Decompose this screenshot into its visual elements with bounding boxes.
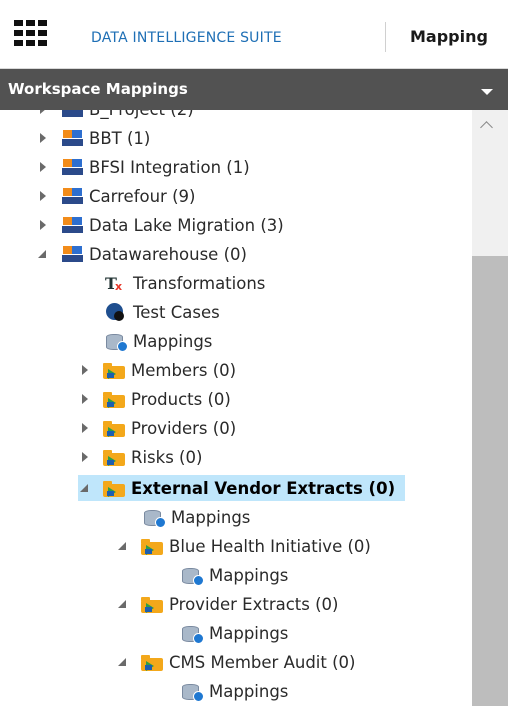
tree-node-transformations[interactable]: Tx Transformations [104,270,265,296]
project-icon [60,157,84,177]
tree-node-project[interactable]: BFSI Integration (1) [36,154,250,180]
expand-arrow-icon[interactable] [78,450,92,464]
scrollbar-thumb[interactable] [472,256,508,706]
tree-node-subject-area[interactable]: Provider Extracts (0) [116,591,339,617]
subject-folder-icon [102,389,126,409]
subject-folder-icon [140,594,164,614]
tree-node-mappings[interactable]: Mappings [104,328,212,354]
tree-node-label: Data Lake Migration (3) [89,215,284,235]
tree-node-subject-area[interactable]: Members (0) [78,357,236,383]
transformations-icon: Tx [105,274,123,293]
top-bar: DATA INTELLIGENCE SUITE Mapping [0,0,508,69]
expand-arrow-icon[interactable] [36,110,50,116]
workspace-header: Workspace Mappings [0,69,508,110]
tree-node-label: Mappings [209,623,289,643]
tree-node-label: CMS Member Audit (0) [169,652,356,672]
expand-arrow-icon[interactable] [78,363,92,377]
tree-node-subject-area[interactable]: Risks (0) [78,444,202,470]
subject-folder-icon [102,478,126,498]
subject-folder-icon [102,418,126,438]
expand-arrow-icon[interactable] [36,189,50,203]
project-icon [60,186,84,206]
subject-folder-icon [102,360,126,380]
tree-node-mappings[interactable]: Mappings [142,504,250,530]
tree-node-project[interactable]: Carrefour (9) [36,183,195,209]
tree-node-label: External Vendor Extracts (0) [131,478,396,498]
mappings-db-icon [104,331,128,352]
test-cases-icon [104,302,128,322]
tree-node-project[interactable]: Data Lake Migration (3) [36,212,284,238]
apps-grid-icon[interactable] [14,20,48,46]
tree-node-label: BFSI Integration (1) [89,157,250,177]
tree-node-label: Mappings [209,681,289,701]
tree-node-label: Datawarehouse (0) [89,244,247,264]
header-divider [385,22,386,52]
project-icon [60,128,84,148]
collapse-arrow-icon[interactable] [116,597,130,611]
project-icon [60,215,84,235]
tree-node-label: Mappings [133,331,213,351]
tree-node-subject-area[interactable]: Blue Health Initiative (0) [116,533,371,559]
tree-node-mappings[interactable]: Mappings [180,562,288,588]
collapse-arrow-icon[interactable] [116,539,130,553]
dropdown-caret-icon[interactable] [481,89,493,95]
project-icon [60,110,84,119]
tree-node-label: Blue Health Initiative (0) [169,536,371,556]
mappings-db-icon [180,623,204,644]
tree-node-mappings[interactable]: Mappings [180,620,288,646]
tree-node-label: Mappings [209,565,289,585]
expand-arrow-icon[interactable] [78,421,92,435]
subject-folder-icon [140,536,164,556]
suite-name[interactable]: DATA INTELLIGENCE SUITE [91,30,282,46]
tree-node-label: Test Cases [133,302,220,322]
scroll-up-icon[interactable] [480,119,494,133]
subject-folder-icon [140,652,164,672]
collapse-arrow-icon[interactable] [36,247,50,261]
workspace-tree: B_Project (2) BBT (1) BFSI Integration (… [0,110,472,706]
tree-node-label: BBT (1) [89,128,151,148]
tree-node-project[interactable]: B_Project (2) [36,110,194,122]
tree-node-label: B_Project (2) [89,110,194,119]
expand-arrow-icon[interactable] [36,218,50,232]
tree-node-subject-area-selected[interactable]: External Vendor Extracts (0) [78,475,406,501]
tree-node-label: Members (0) [131,360,237,380]
collapse-arrow-icon[interactable] [78,481,92,495]
mappings-db-icon [180,681,204,702]
mappings-db-icon [142,507,166,528]
tree-node-subject-area[interactable]: Providers (0) [78,415,236,441]
tree-node-label: Providers (0) [131,418,237,438]
tree-node-label: Carrefour (9) [89,186,196,206]
tree-node-subject-area[interactable]: Products (0) [78,386,231,412]
workspace-title: Workspace Mappings [8,80,188,98]
tree-node-mappings[interactable]: Mappings [180,678,288,704]
tree-node-label: Provider Extracts (0) [169,594,339,614]
project-icon [60,244,84,264]
mappings-db-icon [180,565,204,586]
expand-arrow-icon[interactable] [78,392,92,406]
tree-node-label: Mappings [171,507,251,527]
tree-node-label: Products (0) [131,389,231,409]
subject-folder-icon [102,447,126,467]
expand-arrow-icon[interactable] [36,131,50,145]
tree-node-label: Transformations [133,273,266,293]
tree-node-project[interactable]: Datawarehouse (0) [36,241,247,267]
tree-node-project[interactable]: BBT (1) [36,125,150,151]
tree-node-test-cases[interactable]: Test Cases [104,299,220,325]
collapse-arrow-icon[interactable] [116,655,130,669]
tree-node-label: Risks (0) [131,447,203,467]
expand-arrow-icon[interactable] [36,160,50,174]
tree-node-subject-area[interactable]: CMS Member Audit (0) [116,649,355,675]
module-title: Mapping [410,27,488,46]
